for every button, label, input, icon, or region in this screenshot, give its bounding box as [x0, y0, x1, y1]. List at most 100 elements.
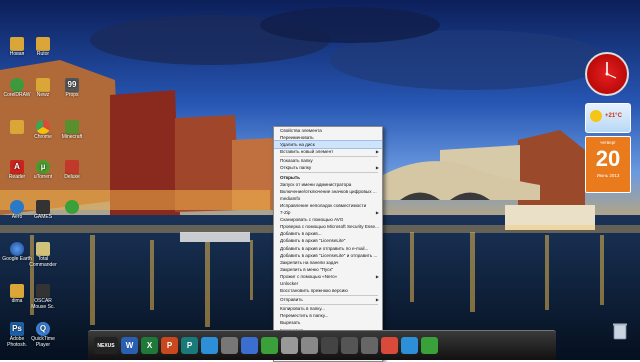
- context-menu-item-label: Открыть: [280, 174, 300, 180]
- context-menu-item[interactable]: Восстановить прежнюю версию: [274, 287, 382, 294]
- app-icon[interactable]: [201, 337, 218, 354]
- context-menu-item[interactable]: Проверка с помощью Microsoft Security Es…: [274, 223, 382, 230]
- sun-icon: [590, 110, 602, 122]
- context-menu-item[interactable]: Удалить на диск: [274, 140, 382, 150]
- desktop-icon-chrome[interactable]: Chrome: [28, 120, 58, 141]
- desktop-icon-label: QuickTime Player: [31, 336, 55, 348]
- total-commander-icon: [36, 242, 50, 256]
- context-menu-item[interactable]: Копировать в папку...: [274, 305, 382, 312]
- cpu-icon[interactable]: [341, 337, 358, 354]
- desktop-icon-app[interactable]: [57, 200, 87, 215]
- submenu-arrow-icon: ▶: [375, 165, 379, 171]
- powerpoint-icon[interactable]: P: [161, 337, 178, 354]
- calendar-gadget[interactable]: четверг 20 Июнь 2013: [585, 136, 631, 193]
- desktop-icon-label: Rutor: [36, 51, 50, 57]
- app-icon[interactable]: [261, 337, 278, 354]
- context-menu-item[interactable]: Запуск от имени администратора: [274, 181, 382, 188]
- context-menu-item-label: Исправление неполадок совместимости: [280, 202, 367, 208]
- context-menu-item[interactable]: Добавить в архив и отправить по e-mail..…: [274, 245, 382, 252]
- context-menu-item-label: Отправить: [280, 297, 303, 303]
- desktop-icon-minecraft[interactable]: Minecraft: [57, 120, 87, 141]
- clock-gadget[interactable]: [585, 52, 629, 96]
- context-menu-item[interactable]: 7-Zip ▶: [274, 209, 382, 216]
- clock-icon[interactable]: [281, 337, 298, 354]
- context-menu-item[interactable]: Переименовать: [274, 134, 382, 141]
- utorrent-icon: µ: [36, 160, 50, 174]
- app-icon: [65, 200, 79, 214]
- context-menu-item[interactable]: Открыть: [274, 174, 382, 181]
- context-menu-item[interactable]: Добавить в архив...: [274, 230, 382, 237]
- context-menu-item-label: Переместить в папку...: [280, 313, 329, 319]
- context-menu-item[interactable]: Вставить новый элемент ▶: [274, 148, 382, 155]
- context-menu-item[interactable]: Прожиг с помощью «Nero» ▶: [274, 273, 382, 280]
- chrome-icon: [36, 120, 50, 134]
- context-menu-item-label: Вырезать: [280, 320, 301, 326]
- context-menu-item-label: Включение/отключение значков цифровых ..…: [280, 188, 377, 194]
- excel-icon[interactable]: X: [141, 337, 158, 354]
- folder-icon: [36, 78, 50, 92]
- desktop-icon-oscar[interactable]: OSCAR Mouse Sc.: [28, 284, 58, 310]
- desktop-icon-label: Total Commander: [29, 256, 57, 268]
- desktop-icon-label: Chrome: [34, 134, 52, 140]
- context-menu-item[interactable]: Открыть папку ▶: [274, 164, 382, 171]
- trash-icon[interactable]: [301, 337, 318, 354]
- context-menu-item[interactable]: Unlocker: [274, 280, 382, 287]
- folder-icon: [10, 120, 24, 134]
- context-menu-item[interactable]: Отправить ▶: [274, 296, 382, 303]
- context-menu-item[interactable]: Исправление неполадок совместимости: [274, 202, 382, 209]
- app-icon[interactable]: [401, 337, 418, 354]
- folder-icon: [10, 37, 24, 51]
- desktop-icon-utorrent[interactable]: µ uTorrent: [28, 160, 58, 181]
- submenu-arrow-icon: ▶: [375, 210, 379, 216]
- desktop-icon-props[interactable]: 99 Props: [57, 78, 87, 99]
- recycle-bin-icon[interactable]: [612, 322, 628, 340]
- submenu-arrow-icon: ▶: [375, 149, 379, 155]
- desktop-icon-games[interactable]: GAMES: [28, 200, 58, 221]
- context-menu-item[interactable]: Закрепить на панели задач: [274, 259, 382, 266]
- publisher-icon[interactable]: P: [181, 337, 198, 354]
- photoshop-icon: Ps: [10, 322, 24, 336]
- desktop-icon-deluxe[interactable]: Deluxe: [57, 160, 87, 181]
- drive-icon[interactable]: [361, 337, 378, 354]
- word-icon[interactable]: W: [121, 337, 138, 354]
- desktop-icon-label: uTorrent: [33, 174, 53, 180]
- context-menu-item-label: Добавить в архив "LicenseLite" и отправи…: [280, 252, 378, 258]
- context-menu-item[interactable]: Добавить в архив "LicenseLite": [274, 237, 382, 244]
- pdf-icon: A: [10, 160, 24, 174]
- tool-icon[interactable]: [221, 337, 238, 354]
- globe-icon[interactable]: [241, 337, 258, 354]
- context-menu-item[interactable]: Переместить в папку...: [274, 312, 382, 319]
- desktop-icon-folder[interactable]: [2, 120, 32, 135]
- desktop-icon-total-commander[interactable]: Total Commander: [28, 242, 58, 268]
- app-icon[interactable]: [421, 337, 438, 354]
- desktop-icon-label: OSCAR Mouse Sc.: [31, 298, 55, 310]
- context-menu-item[interactable]: Показать папку: [274, 157, 382, 164]
- submenu-arrow-icon: ▶: [375, 297, 379, 303]
- context-menu-item[interactable]: Добавить в архив "LicenseLite" и отправи…: [274, 252, 382, 259]
- context-menu-item[interactable]: Закрепить в меню "Пуск": [274, 266, 382, 273]
- quicktime-icon: Q: [36, 322, 50, 336]
- context-menu-item-label: Закрепить на панели задач: [280, 259, 339, 265]
- desktop-icon-newz[interactable]: Newz: [28, 78, 58, 99]
- mouse-icon: [36, 284, 50, 298]
- nexus-icon[interactable]: NEXUS: [94, 337, 118, 354]
- weather-gadget[interactable]: +21°C: [585, 103, 631, 133]
- dock-bar: NEXUS W X P P: [88, 330, 556, 360]
- chrome-icon[interactable]: [381, 337, 398, 354]
- desktop-icon-rutor[interactable]: Rutor: [28, 37, 58, 58]
- context-menu-item[interactable]: Свойства элемента: [274, 127, 382, 134]
- coreldraw-icon: [10, 78, 24, 92]
- gauge-icon[interactable]: [321, 337, 338, 354]
- context-menu-item[interactable]: Включение/отключение значков цифровых ..…: [274, 188, 382, 195]
- context-menu-item[interactable]: Сканировать с помощью AVG: [274, 216, 382, 223]
- context-menu-item[interactable]: Вырезать: [274, 319, 382, 326]
- context-menu-item-label: Прожиг с помощью «Nero»: [280, 273, 338, 279]
- context-menu-item-label: Вставить новый элемент: [280, 149, 334, 155]
- context-menu-item-label: Добавить в архив "LicenseLite": [280, 238, 346, 244]
- context-menu-item[interactable]: mediaInfo: [274, 195, 382, 202]
- desktop-icon-quicktime[interactable]: Q QuickTime Player: [28, 322, 58, 348]
- minecraft-icon: [65, 120, 79, 134]
- context-menu-item-label: Показать папку: [280, 158, 313, 164]
- context-menu-item-label: Удалить на диск: [280, 142, 315, 148]
- app-icon: [65, 160, 79, 174]
